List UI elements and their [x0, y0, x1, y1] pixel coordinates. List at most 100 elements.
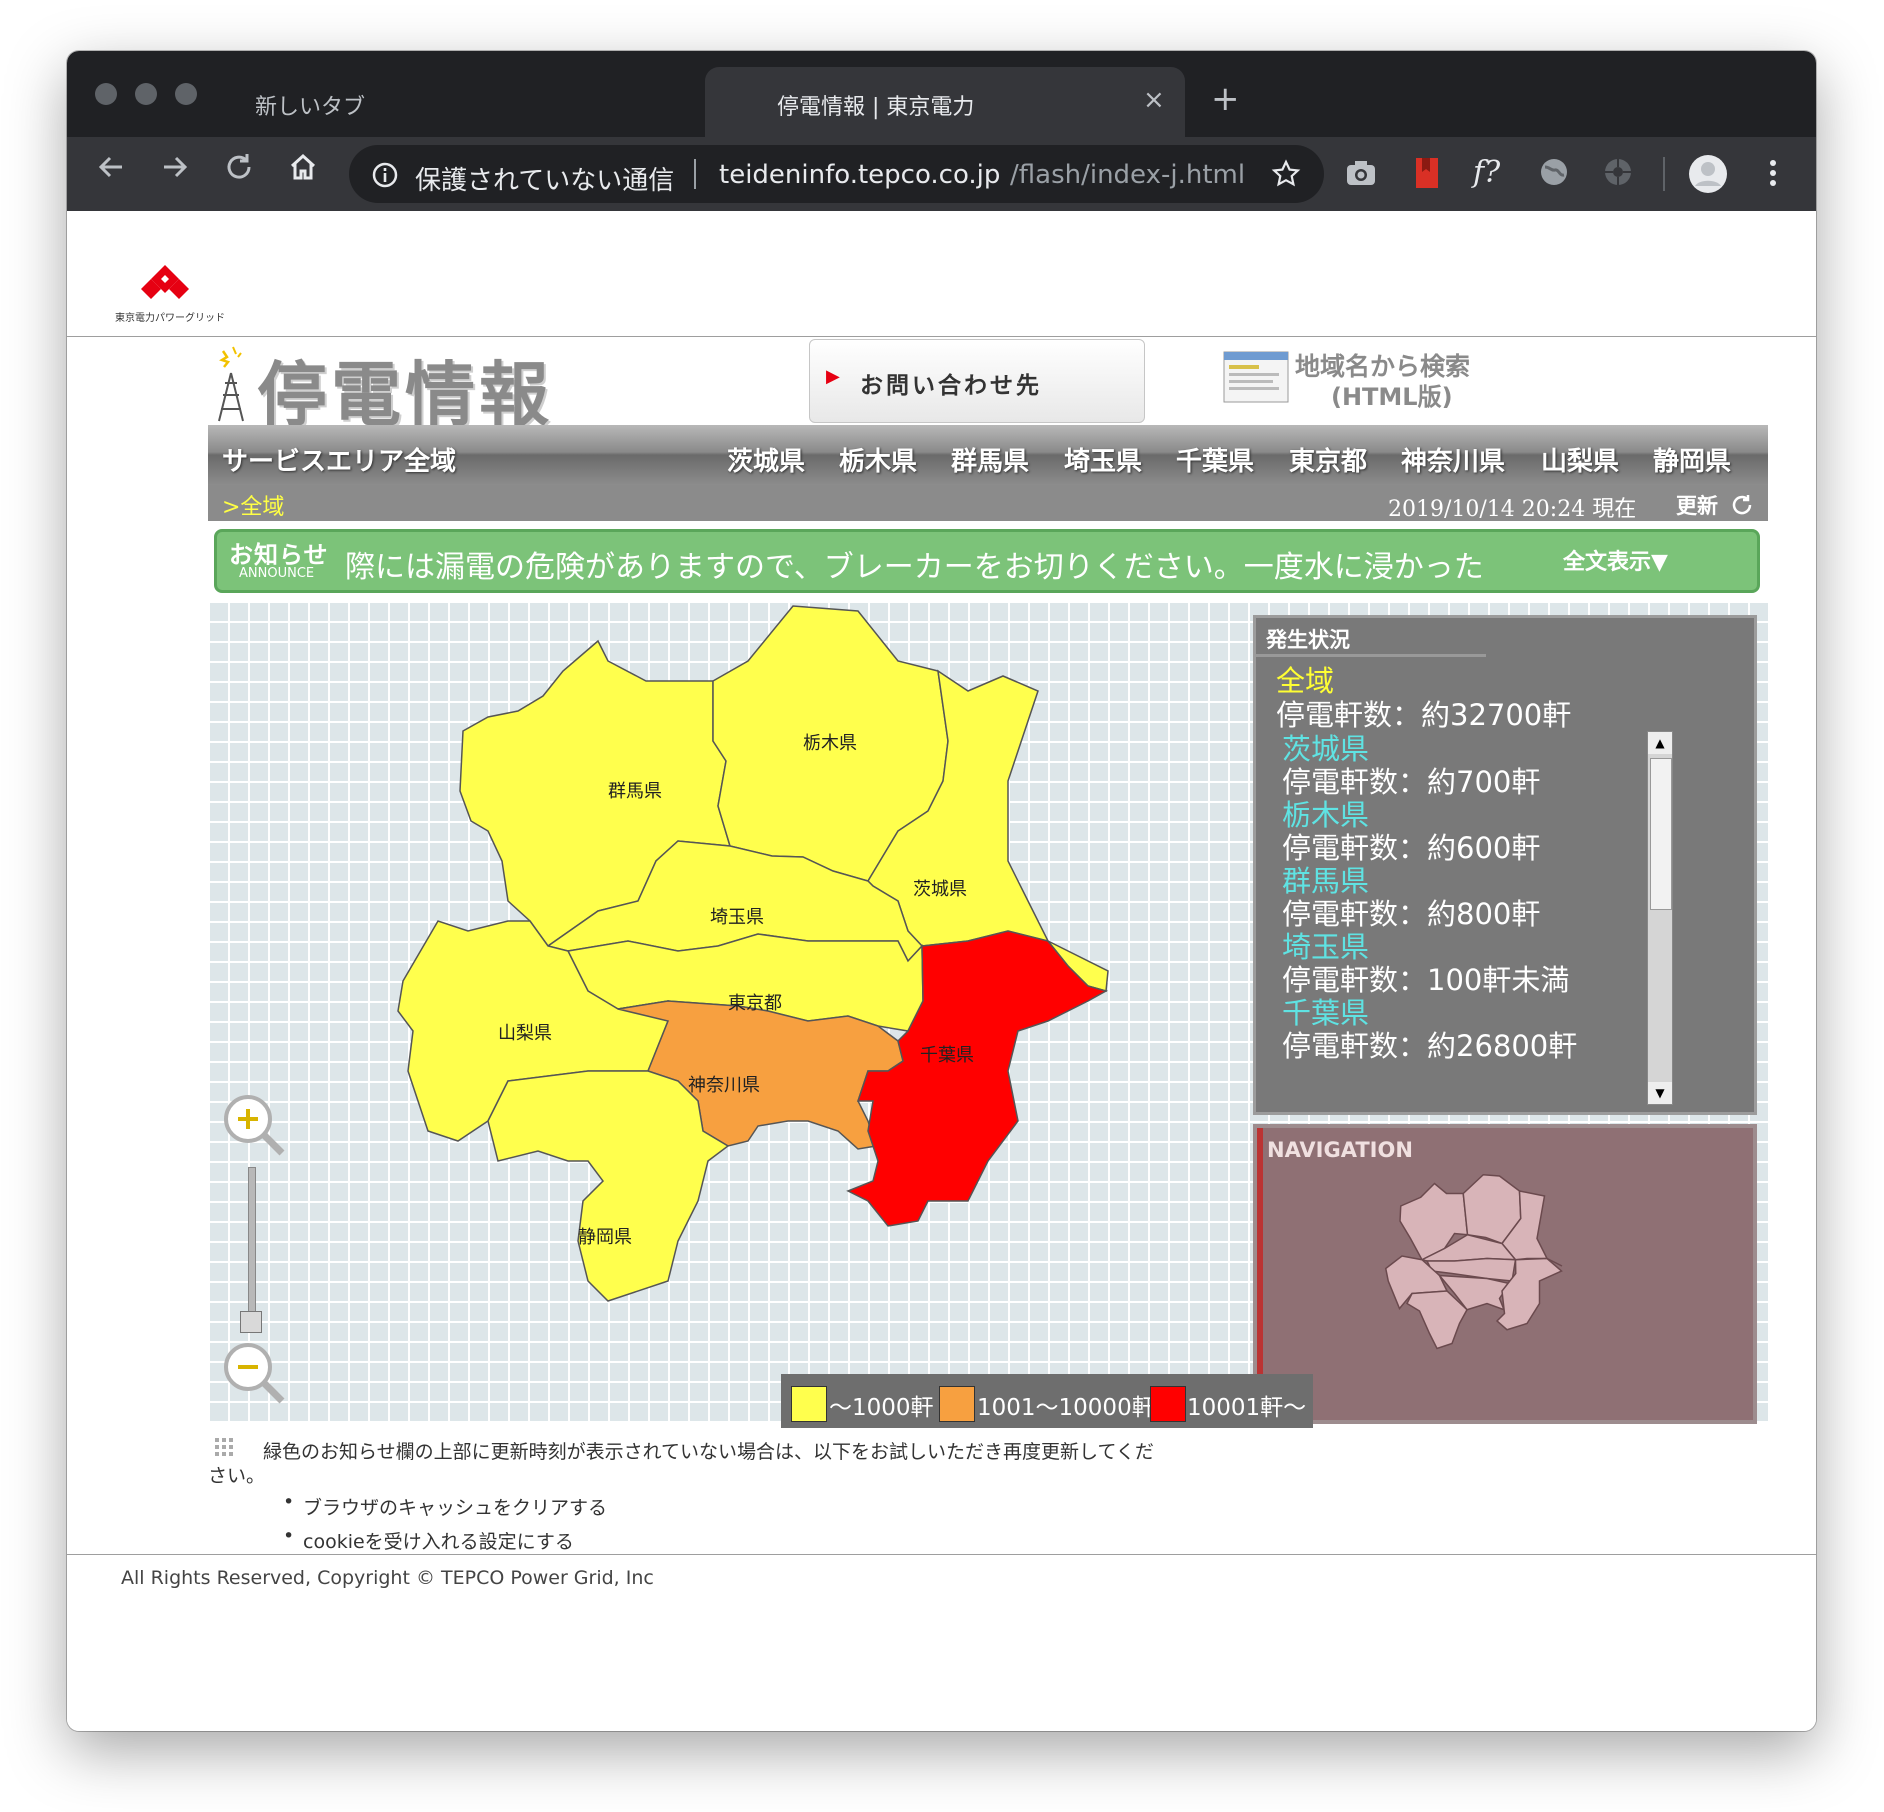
address-bar[interactable]: 保護されていない通信 teideninfo.tepco.co.jp /flash…: [349, 145, 1324, 203]
browser-window: 新しいタブ × 停電情報 | 東京電力 × + 保護されていない通信 te: [67, 51, 1816, 1731]
legend-label-high: 10001軒〜: [1187, 1395, 1307, 1421]
profile-avatar-icon[interactable]: [1687, 153, 1727, 193]
map-label-shizuoka: 静岡県: [578, 1227, 632, 1248]
nav-ibaraki[interactable]: 茨城県: [727, 441, 805, 478]
nav-chiba[interactable]: 千葉県: [1176, 441, 1254, 478]
home-icon[interactable]: [281, 151, 325, 192]
tab-label: 停電情報 | 東京電力: [777, 95, 975, 120]
font-extension-icon[interactable]: f?: [1473, 155, 1509, 191]
tab-strip: 新しいタブ × 停電情報 | 東京電力 × +: [67, 51, 1816, 137]
update-timestamp: 2019/10/14 20:24 現在: [1388, 497, 1637, 522]
map-label-yamanashi: 山梨県: [498, 1023, 552, 1044]
zoom-in-icon[interactable]: [220, 1091, 290, 1165]
tab-label: 新しいタブ: [255, 95, 366, 120]
arrow-right-icon: ▶: [826, 366, 840, 387]
tab-new-tab[interactable]: 新しいタブ ×: [237, 67, 767, 137]
notice-text: 緑色のお知らせ欄の上部に更新時刻が表示されていない場合は、以下をお試しいただき再…: [263, 1441, 1154, 1463]
nav-kanagawa[interactable]: 神奈川県: [1401, 441, 1505, 478]
prefecture-nav: サービスエリア全域 茨城県 栃木県 群馬県 埼玉県 千葉県 東京都 神奈川県 山…: [208, 425, 1768, 485]
logo-text: 東京電力パワーグリッド: [115, 313, 225, 324]
browser-toolbar: 保護されていない通信 teideninfo.tepco.co.jp /flash…: [67, 137, 1816, 211]
announcement-bar: お知らせ ANNOUNCE 際には漏電の危険がありますので、ブレーカーをお切りく…: [214, 529, 1760, 593]
full-text-button[interactable]: 全文表示▼: [1563, 544, 1668, 576]
refresh-button[interactable]: 更新: [1676, 490, 1718, 520]
nav-yamanashi[interactable]: 山梨県: [1541, 441, 1619, 478]
announce-ticker: 際には漏電の危険がありますので、ブレーカーをお切りください。一度水に浸かった: [345, 532, 1537, 590]
url-host: teideninfo.tepco.co.jp: [719, 160, 1001, 190]
info-icon[interactable]: [371, 161, 399, 193]
map-label-tochigi: 栃木県: [803, 733, 857, 754]
forward-icon[interactable]: [153, 151, 197, 192]
breadcrumb-bar: >全域 2019/10/14 20:24 現在 更新: [208, 485, 1768, 522]
map-label-gunma: 群馬県: [608, 781, 662, 802]
nav-saitama[interactable]: 埼玉県: [1064, 441, 1142, 478]
contact-button-label: お問い合わせ先: [860, 373, 1042, 399]
grid-icon: [214, 1437, 234, 1461]
map-label-tokyo: 東京都: [728, 993, 782, 1014]
scroll-up-icon[interactable]: ▲: [1648, 732, 1672, 754]
globe-extension-icon[interactable]: [1537, 155, 1573, 191]
zoom-slider-track[interactable]: [248, 1167, 256, 1319]
announce-label: お知らせ: [229, 541, 329, 569]
security-status: 保護されていない通信: [415, 166, 675, 196]
minimize-window-button[interactable]: [135, 83, 157, 105]
zoom-out-icon[interactable]: [220, 1339, 290, 1413]
power-tower-icon: [211, 343, 251, 427]
reload-icon[interactable]: [217, 151, 261, 192]
map-shizuoka: [487, 1070, 730, 1302]
status-scrollbar[interactable]: ▲ ▼: [1647, 731, 1673, 1105]
navigation-minimap[interactable]: NAVIGATION: [1253, 1124, 1757, 1424]
divider: [67, 336, 1816, 337]
zoom-slider-handle[interactable]: [240, 1311, 262, 1333]
nav-shizuoka[interactable]: 静岡県: [1653, 441, 1731, 478]
separator: [694, 159, 696, 189]
scroll-thumb[interactable]: [1650, 758, 1672, 910]
breadcrumb: >全域: [222, 495, 285, 520]
area-search-sub: (HTML版): [1331, 383, 1453, 411]
status-heading: 発生状況: [1266, 628, 1350, 652]
legend-label-low: 〜1000軒: [829, 1395, 934, 1421]
nav-tochigi[interactable]: 栃木県: [839, 441, 917, 478]
maximize-window-button[interactable]: [175, 83, 197, 105]
minimap-shape: [1384, 1173, 1563, 1350]
legend-swatch-low: [791, 1386, 827, 1422]
camera-icon[interactable]: [1343, 155, 1379, 191]
copyright: All Rights Reserved, Copyright © TEPCO P…: [121, 1567, 654, 1589]
announce-text: 際には漏電の危険がありますので、ブレーカーをお切りください。一度水に浸かった: [345, 550, 1484, 585]
notice-text-cont: さい。: [208, 1465, 266, 1487]
notice-bullet: ブラウザのキャッシュをクリアする: [303, 1497, 608, 1519]
tab-close-icon[interactable]: ×: [1143, 85, 1165, 115]
bookmark-star-icon[interactable]: [1271, 159, 1301, 193]
menu-kebab-icon[interactable]: [1763, 155, 1799, 191]
legend-swatch-mid: [939, 1386, 975, 1422]
map-label-chiba: 千葉県: [920, 1045, 974, 1066]
map-legend: 〜1000軒 1001〜10000軒 10001軒〜: [781, 1374, 1313, 1428]
status-item-value: 停電軒数：約26800軒: [1282, 1029, 1578, 1063]
announce-label-en: ANNOUNCE: [239, 566, 315, 581]
close-window-button[interactable]: [95, 83, 117, 105]
map-label-ibaraki: 茨城県: [913, 879, 967, 900]
legend-label-mid: 1001〜10000軒: [977, 1395, 1155, 1421]
aperture-extension-icon[interactable]: [1601, 155, 1637, 191]
tepco-logo[interactable]: [139, 263, 191, 307]
footer-divider: [67, 1554, 1816, 1555]
map-label-kanagawa: 神奈川県: [688, 1075, 760, 1096]
bookmark-extension-icon[interactable]: [1409, 155, 1445, 191]
nav-gunma[interactable]: 群馬県: [951, 441, 1029, 478]
toolbar-separator: [1663, 157, 1665, 191]
map-label-saitama: 埼玉県: [710, 907, 764, 928]
tab-teiden-info[interactable]: 停電情報 | 東京電力 ×: [705, 67, 1185, 137]
status-panel: 発生状況 全域 停電軒数：約32700軒 茨城県 停電軒数：約700軒 栃木県 …: [1253, 615, 1757, 1115]
back-icon[interactable]: [89, 151, 133, 192]
service-area-link[interactable]: サービスエリア全域: [222, 441, 456, 478]
contact-button[interactable]: ▶ お問い合わせ先: [809, 339, 1145, 423]
bullet-icon: •: [283, 1525, 295, 1547]
scroll-down-icon[interactable]: ▼: [1648, 1082, 1672, 1104]
nav-tokyo[interactable]: 東京都: [1289, 441, 1367, 478]
new-tab-button[interactable]: +: [1211, 79, 1240, 119]
html-version-icon[interactable]: [1223, 351, 1289, 407]
notice-bullet: cookieを受け入れる設定にする: [303, 1531, 574, 1553]
legend-swatch-high: [1150, 1386, 1186, 1422]
url-path: /flash/index-j.html: [1010, 160, 1246, 190]
refresh-icon[interactable]: [1730, 493, 1754, 521]
